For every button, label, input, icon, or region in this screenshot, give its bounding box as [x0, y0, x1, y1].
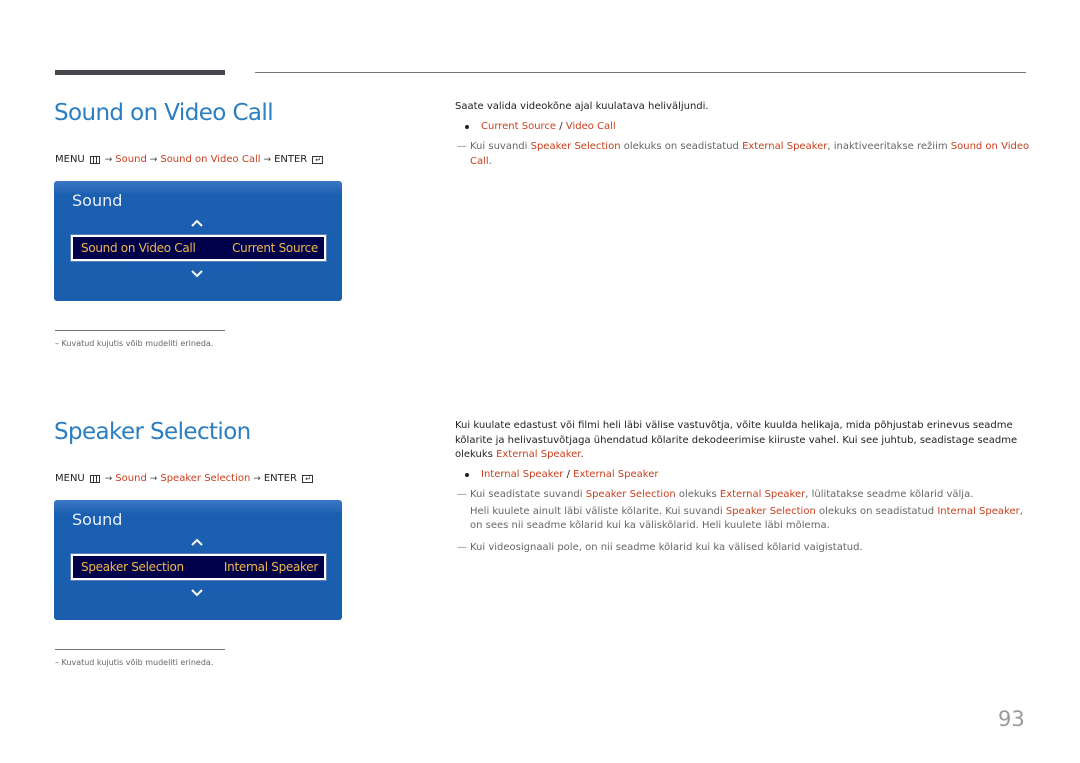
- note-dash-icon: —: [457, 141, 467, 152]
- note-highlight: External Speaker: [719, 489, 806, 500]
- option: Video Call: [565, 121, 616, 132]
- footnote: – Kuvatud kujutis võib mudeliti erineda.: [55, 339, 214, 348]
- menu-path-item: Sound on Video Call: [160, 154, 261, 165]
- menu-path: MENU → Sound → Speaker Selection → ENTER…: [55, 473, 314, 484]
- osd-item-value: Current Source: [232, 241, 318, 255]
- note-highlight: Speaker Selection: [530, 141, 621, 152]
- note-text: olekuks on seadistatud: [620, 141, 743, 152]
- header-rule-thick: [55, 70, 225, 75]
- enter-icon: ↵: [312, 155, 324, 164]
- note-text: Kui seadistate suvandi: [470, 489, 586, 500]
- note-text: Kui videosignaali pole, on nii seadme kõ…: [470, 542, 863, 553]
- note-highlight: Speaker Selection: [585, 489, 676, 500]
- page-number: 93: [998, 707, 1025, 731]
- note-highlight: Call: [470, 155, 489, 167]
- menu-path-item: Speaker Selection: [160, 473, 251, 484]
- arrow-icon: →: [149, 473, 158, 484]
- options-list: Internal Speaker / External Speaker: [455, 469, 658, 480]
- note: — Kui videosignaali pole, on nii seadme …: [457, 541, 1040, 556]
- arrow-icon: →: [104, 154, 113, 165]
- osd-item-value: Internal Speaker: [223, 560, 318, 574]
- arrow-icon: →: [253, 473, 261, 484]
- arrow-icon: →: [104, 473, 113, 484]
- description-text: .: [580, 449, 584, 460]
- option: External Speaker: [573, 469, 659, 480]
- menu-icon: [89, 155, 100, 164]
- note-text: Kui suvandi: [470, 141, 531, 152]
- note-text: .: [488, 155, 492, 167]
- footnote-rule: [55, 649, 225, 650]
- description: Saate valida videokõne ajal kuulatava he…: [455, 101, 709, 112]
- description-text: olekuks: [455, 449, 497, 460]
- note-text: , lülitatakse seadme kõlarid välja.: [805, 489, 974, 500]
- enter-icon: ↵: [302, 474, 314, 483]
- osd-item-label: Sound on Video Call: [81, 241, 196, 255]
- chevron-up-icon[interactable]: [190, 535, 204, 549]
- osd-sound-menu: Sound Speaker Selection Internal Speaker: [54, 500, 342, 620]
- note: — Kui seadistate suvandi Speaker Selecti…: [457, 488, 1040, 534]
- chevron-down-icon[interactable]: [190, 267, 204, 281]
- enter-label: ENTER: [274, 154, 308, 165]
- section-title-sound-on-video-call: Sound on Video Call: [54, 100, 274, 126]
- bullet-icon: [465, 124, 469, 129]
- note-dash-icon: —: [457, 489, 467, 500]
- bullet-icon: [465, 472, 469, 477]
- arrow-icon: →: [149, 154, 158, 165]
- menu-label: MENU: [55, 154, 85, 165]
- section-title-speaker-selection: Speaker Selection: [54, 419, 251, 445]
- osd-selected-item[interactable]: Speaker Selection Internal Speaker: [70, 553, 327, 581]
- description-highlight: External Speaker: [496, 449, 581, 460]
- note-highlight: Speaker Selection: [725, 505, 816, 517]
- option: Internal Speaker: [481, 469, 564, 480]
- note-dash-icon: —: [457, 542, 467, 553]
- note: — Kui suvandi Speaker Selection olekuks …: [457, 140, 1030, 169]
- chevron-down-icon[interactable]: [190, 586, 204, 600]
- description-line: Kui kuulate edastust või filmi heli läbi…: [455, 420, 1013, 431]
- note-text: Heli kuulete ainult läbi väliste kõlarit…: [470, 505, 726, 517]
- menu-path: MENU → Sound → Sound on Video Call → ENT…: [55, 154, 324, 165]
- note-text: olekuks: [675, 489, 720, 500]
- description-line: olekuks External Speaker.: [455, 448, 1035, 463]
- enter-label: ENTER: [263, 473, 298, 484]
- note-text: , inaktiveeritakse režiim: [827, 141, 951, 152]
- option-separator: /: [556, 121, 566, 132]
- options-list: Current Source / Video Call: [455, 121, 616, 132]
- note-text: olekuks on seadistatud: [815, 505, 938, 517]
- note-highlight: Sound on Video: [950, 141, 1030, 152]
- description: Kui kuulate edastust või filmi heli läbi…: [455, 419, 1035, 463]
- osd-selected-item[interactable]: Sound on Video Call Current Source: [70, 234, 327, 262]
- note-highlight: Internal Speaker: [937, 505, 1020, 517]
- note-text: ,: [1019, 505, 1023, 517]
- arrow-icon: →: [263, 154, 272, 165]
- footnote-rule: [55, 330, 225, 331]
- menu-path-sound: Sound: [115, 154, 147, 165]
- osd-item-label: Speaker Selection: [81, 560, 184, 574]
- header-rule-thin: [255, 72, 1026, 73]
- option: Current Source: [481, 121, 557, 132]
- note-highlight: External Speaker: [742, 141, 828, 152]
- footnote: – Kuvatud kujutis võib mudeliti erineda.: [55, 658, 214, 667]
- menu-label: MENU: [55, 473, 85, 484]
- menu-icon: [89, 474, 100, 483]
- osd-title: Sound: [72, 510, 123, 529]
- chevron-up-icon[interactable]: [190, 216, 204, 230]
- menu-path-sound: Sound: [115, 473, 147, 484]
- note-text: on sees nii seadme kõlarid kui ka välisk…: [470, 520, 830, 531]
- option-separator: /: [563, 469, 574, 480]
- description-line: kõlarite ja helivastuvõtjaga ühendatud k…: [455, 434, 1018, 446]
- osd-sound-menu: Sound Sound on Video Call Current Source: [54, 181, 342, 301]
- osd-title: Sound: [72, 191, 123, 210]
